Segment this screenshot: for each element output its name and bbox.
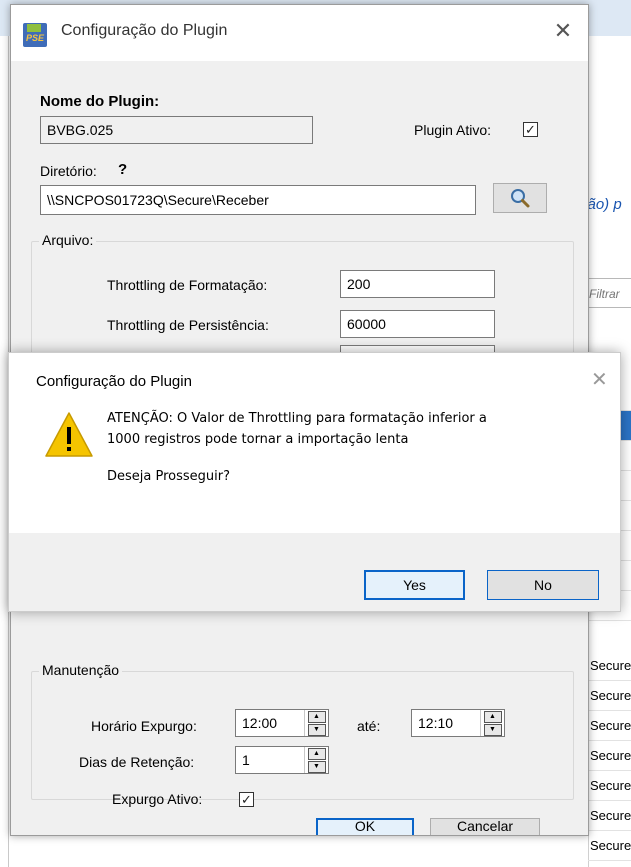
warning-message-line1: ATENÇÃO: O Valor de Throttling para form… <box>107 411 487 426</box>
browse-directory-button[interactable] <box>493 183 547 213</box>
spinner-up-icon[interactable]: ▲ <box>307 748 326 760</box>
spinner-up-icon[interactable]: ▲ <box>483 711 502 723</box>
spinner-down-icon[interactable]: ▼ <box>483 724 502 736</box>
table-row[interactable]: Secure <box>588 771 631 801</box>
warning-icon <box>45 412 93 457</box>
table-row[interactable]: Secure <box>588 711 631 741</box>
purge-until-label: até: <box>357 718 381 734</box>
warning-message-box: Configuração do Plugin ✕ ATENÇÃO: O Valo… <box>8 352 621 612</box>
purge-active-label: Expurgo Ativo: <box>112 791 203 807</box>
retention-days-value: 1 <box>242 752 250 768</box>
close-icon[interactable]: ✕ <box>549 17 577 45</box>
spinner-down-icon[interactable]: ▼ <box>307 761 326 773</box>
message-box-title: Configuração do Plugin <box>36 373 192 390</box>
background-filter-input[interactable]: Filtrar <box>582 278 631 308</box>
plugin-name-label: Nome do Plugin: <box>40 93 160 110</box>
purge-time-from-spinner[interactable]: ▲ ▼ <box>304 710 328 736</box>
file-group-label: Arquivo: <box>39 232 97 248</box>
cancel-button[interactable]: Cancelar <box>430 818 540 835</box>
pse-logo-top-icon <box>27 24 41 32</box>
spinner-down-icon[interactable]: ▼ <box>307 724 326 736</box>
dialog-title: Configuração do Plugin <box>61 22 228 39</box>
purge-time-from-input[interactable]: 12:00 ▲ ▼ <box>235 709 329 737</box>
purge-time-label: Horário Expurgo: <box>91 718 197 734</box>
purge-time-from-value: 12:00 <box>242 715 278 731</box>
purge-active-checkbox[interactable]: ✓ <box>239 792 254 807</box>
throttling-format-input[interactable]: 200 <box>340 270 495 298</box>
warning-message-line2: 1000 registros pode tornar a importação … <box>107 432 409 447</box>
table-row[interactable]: Secure <box>588 801 631 831</box>
close-icon[interactable]: ✕ <box>591 367 608 392</box>
dialog-titlebar[interactable]: PSE Configuração do Plugin ✕ <box>11 5 588 61</box>
ok-button[interactable]: OK <box>316 818 414 835</box>
search-icon <box>511 189 530 208</box>
maintenance-group-label: Manutenção <box>39 662 123 678</box>
yes-button[interactable]: Yes <box>364 570 465 600</box>
file-group <box>31 241 574 357</box>
table-row[interactable]: Secure <box>588 681 631 711</box>
purge-time-to-spinner[interactable]: ▲ ▼ <box>480 710 504 736</box>
purge-time-to-value: 12:10 <box>418 715 454 731</box>
throttling-persist-input[interactable]: 60000 <box>340 310 495 338</box>
purge-time-to-input[interactable]: 12:10 ▲ ▼ <box>411 709 505 737</box>
directory-input[interactable]: \\SNCPOS01723Q\Secure\Receber <box>40 185 476 215</box>
message-box-footer: Yes No <box>9 533 620 611</box>
plugin-active-label: Plugin Ativo: <box>414 122 492 138</box>
throttling-format-label: Throttling de Formatação: <box>107 277 268 293</box>
spinner-up-icon[interactable]: ▲ <box>307 711 326 723</box>
table-row[interactable]: Secure <box>588 741 631 771</box>
directory-help-icon[interactable]: ? <box>118 161 127 178</box>
directory-label: Diretório: <box>40 163 97 179</box>
retention-days-label: Dias de Retenção: <box>79 754 195 770</box>
warning-question: Deseja Prosseguir? <box>107 469 231 484</box>
plugin-active-checkbox[interactable]: ✓ <box>523 122 538 137</box>
no-button[interactable]: No <box>487 570 599 600</box>
retention-days-spinner[interactable]: ▲ ▼ <box>304 747 328 773</box>
retention-days-input[interactable]: 1 ▲ ▼ <box>235 746 329 774</box>
table-row[interactable]: Secure <box>588 831 631 861</box>
throttling-persist-label: Throttling de Persistência: <box>107 317 269 333</box>
plugin-name-field: BVBG.025 <box>40 116 313 144</box>
table-row[interactable]: Secure <box>588 651 631 681</box>
